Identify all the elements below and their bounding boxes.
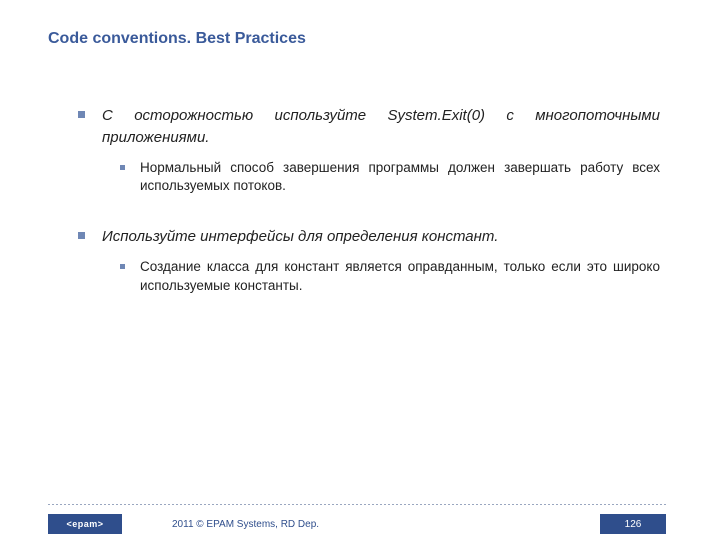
- sub-bullet-list: Создание класса для констант является оп…: [120, 258, 660, 296]
- bullet-list: С осторожностью используйте System.Exit(…: [78, 105, 660, 296]
- content-area: С осторожностью используйте System.Exit(…: [78, 105, 660, 326]
- epam-logo: <epam>: [48, 514, 122, 534]
- slide-title: Code conventions. Best Practices: [48, 30, 306, 48]
- footer-divider: [48, 504, 666, 505]
- sub-bullet-list: Нормальный способ завершения программы д…: [120, 159, 660, 197]
- footer: <epam> 2011 © EPAM Systems, RD Dep. 126: [0, 510, 720, 540]
- bullet-sub-text: Создание класса для констант является оп…: [140, 258, 660, 296]
- bullet-sub-text: Нормальный способ завершения программы д…: [140, 159, 660, 197]
- bullet-main-text: Используйте интерфейсы для определения к…: [102, 226, 660, 248]
- bullet-main-text: С осторожностью используйте System.Exit(…: [102, 105, 660, 149]
- list-item: Создание класса для констант является оп…: [120, 258, 660, 296]
- list-item: Используйте интерфейсы для определения к…: [78, 226, 660, 296]
- slide: Code conventions. Best Practices С остор…: [0, 0, 720, 540]
- copyright-text: 2011 © EPAM Systems, RD Dep.: [172, 519, 319, 530]
- list-item: Нормальный способ завершения программы д…: [120, 159, 660, 197]
- list-item: С осторожностью используйте System.Exit(…: [78, 105, 660, 196]
- page-number: 126: [600, 514, 666, 534]
